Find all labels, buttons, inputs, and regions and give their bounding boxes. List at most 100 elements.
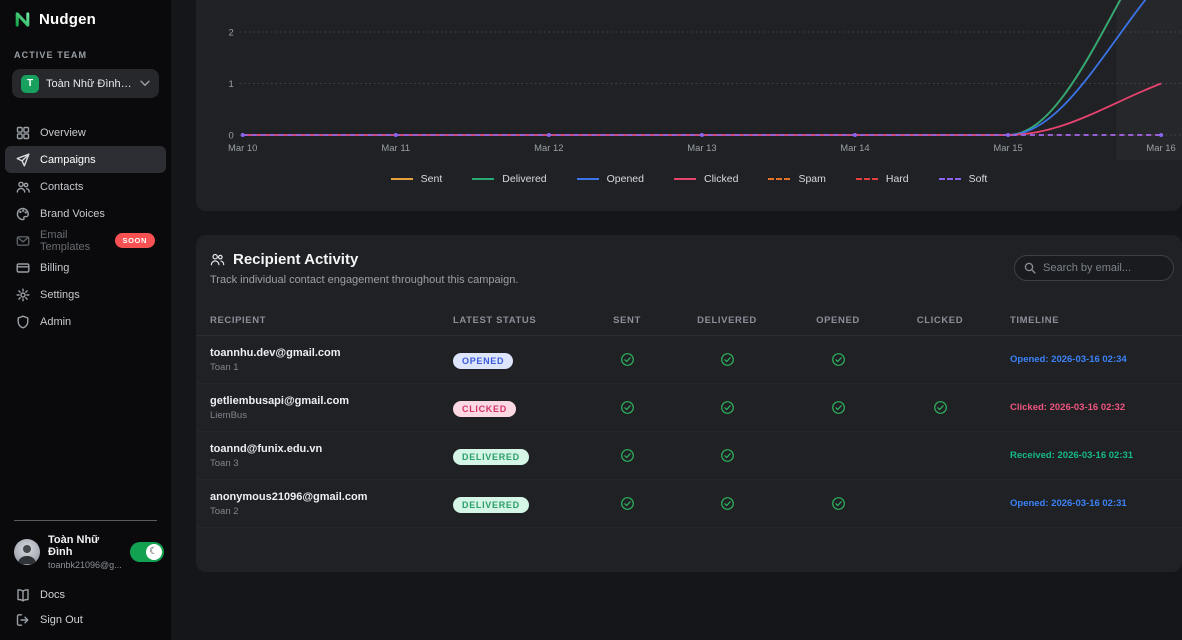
legend-item-spam[interactable]: Spam — [768, 173, 825, 185]
section-subtitle: Track individual contact engagement thro… — [210, 274, 518, 286]
recipient-email: toannd@funix.edu.vn — [210, 443, 453, 455]
docs-icon — [16, 588, 30, 602]
recipients-icon — [210, 252, 225, 267]
y-axis-tick: 2 — [229, 27, 234, 38]
logo: Nudgen — [0, 0, 171, 28]
sidebar-item-campaigns[interactable]: Campaigns — [5, 146, 166, 173]
team-name: Toàn Nhữ Đình's ... — [46, 78, 133, 90]
column-header-delivered: DELIVERED — [677, 315, 777, 326]
check-icon — [831, 352, 846, 367]
recipient-email: getliembusapi@gmail.com — [210, 395, 453, 407]
data-point — [394, 133, 398, 137]
nudgen-logo-icon — [14, 11, 31, 28]
theme-toggle[interactable]: ☾ — [130, 542, 164, 562]
sidebar-item-settings[interactable]: Settings — [0, 281, 171, 308]
column-header-clicked: CLICKED — [899, 315, 981, 326]
x-axis-tick: Mar 15 — [993, 143, 1022, 154]
user-row: Toàn Nhữ Đình toanbk21096@g... ☾ — [14, 534, 159, 570]
recipient-name: LiemBus — [210, 410, 453, 421]
check-icon — [620, 448, 635, 463]
legend-swatch — [768, 178, 790, 180]
send-icon — [16, 153, 30, 167]
sidebar-item-admin[interactable]: Admin — [0, 308, 171, 335]
check-icon — [831, 496, 846, 511]
series-opened — [243, 0, 1161, 135]
data-point — [1006, 133, 1010, 137]
user-email: toanbk21096@g... — [48, 560, 122, 570]
sign-out-button[interactable]: Sign Out — [0, 607, 171, 632]
sidebar-item-overview[interactable]: Overview — [0, 119, 171, 146]
legend-item-hard[interactable]: Hard — [856, 173, 909, 185]
legend-item-opened[interactable]: Opened — [577, 173, 644, 185]
team-selector[interactable]: T Toàn Nhữ Đình's ... — [12, 69, 159, 98]
legend-swatch — [472, 178, 494, 180]
timeline-text: Opened: 2026-03-16 02:31 — [981, 498, 1182, 509]
column-header-sent: SENT — [577, 315, 677, 326]
grid-icon — [16, 126, 30, 140]
engagement-chart-card: 012Mar 10Mar 11Mar 12Mar 13Mar 14Mar 15M… — [196, 0, 1182, 211]
gear-icon — [16, 288, 30, 302]
recipient-name: Toan 2 — [210, 506, 453, 517]
user-name: Toàn Nhữ Đình — [48, 534, 122, 558]
table-row[interactable]: toannhu.dev@gmail.com Toan 1 OPENED Open… — [196, 336, 1182, 384]
sidebar-item-email-templates[interactable]: Email Templates SOON — [0, 227, 171, 254]
check-icon — [620, 496, 635, 511]
check-icon — [720, 400, 735, 415]
recipient-name: Toan 1 — [210, 362, 453, 373]
table-row[interactable]: getliembusapi@gmail.com LiemBus CLICKED … — [196, 384, 1182, 432]
timeline-text: Received: 2026-03-16 02:31 — [981, 450, 1182, 461]
check-icon — [933, 400, 948, 415]
table-header: RECIPIENTLATEST STATUSSENTDELIVEREDOPENE… — [196, 305, 1182, 336]
recipient-email: toannhu.dev@gmail.com — [210, 347, 453, 359]
users-icon — [16, 180, 30, 194]
legend-item-sent[interactable]: Sent — [391, 173, 443, 185]
main-content: 012Mar 10Mar 11Mar 12Mar 13Mar 14Mar 15M… — [171, 0, 1182, 640]
sidebar-divider — [14, 520, 157, 521]
legend-swatch — [856, 178, 878, 180]
table-row[interactable]: toannd@funix.edu.vn Toan 3 DELIVERED Rec… — [196, 432, 1182, 480]
check-icon — [720, 496, 735, 511]
team-avatar: T — [21, 75, 39, 93]
sidebar-nav: Overview Campaigns Contacts Brand Voices… — [0, 119, 171, 335]
recipient-activity-card: Recipient Activity Track individual cont… — [196, 235, 1182, 572]
data-point — [241, 133, 245, 137]
legend-item-soft[interactable]: Soft — [939, 173, 988, 185]
legend-swatch — [939, 178, 961, 180]
series-sent — [243, 0, 1161, 135]
legend-item-delivered[interactable]: Delivered — [472, 173, 546, 185]
sidebar: Nudgen ACTIVE TEAM T Toàn Nhữ Đình's ...… — [0, 0, 171, 640]
credit-card-icon — [16, 261, 30, 275]
x-axis-tick: Mar 13 — [687, 143, 716, 154]
legend-item-clicked[interactable]: Clicked — [674, 173, 738, 185]
x-axis-tick: Mar 11 — [381, 143, 410, 154]
docs-button[interactable]: Docs — [0, 582, 171, 607]
data-point — [853, 133, 857, 137]
y-axis-tick: 1 — [229, 79, 234, 90]
status-badge: OPENED — [453, 353, 513, 369]
check-icon — [720, 448, 735, 463]
moon-icon: ☾ — [146, 544, 162, 560]
engagement-chart[interactable]: 012Mar 10Mar 11Mar 12Mar 13Mar 14Mar 15M… — [196, 0, 1182, 160]
recipient-email: anonymous21096@gmail.com — [210, 491, 453, 503]
status-badge: DELIVERED — [453, 497, 529, 513]
sidebar-item-brand-voices[interactable]: Brand Voices — [0, 200, 171, 227]
sidebar-footer: Docs Sign Out — [0, 582, 171, 632]
section-title: Recipient Activity — [233, 251, 358, 268]
palette-icon — [16, 207, 30, 221]
sidebar-item-billing[interactable]: Billing — [0, 254, 171, 281]
check-icon — [620, 400, 635, 415]
table-body: toannhu.dev@gmail.com Toan 1 OPENED Open… — [196, 336, 1182, 528]
check-icon — [720, 352, 735, 367]
column-header-opened: OPENED — [777, 315, 899, 326]
column-header-latest-status: LATEST STATUS — [453, 315, 577, 326]
table-row[interactable]: anonymous21096@gmail.com Toan 2 DELIVERE… — [196, 480, 1182, 528]
timeline-text: Clicked: 2026-03-16 02:32 — [981, 402, 1182, 413]
legend-swatch — [391, 178, 413, 180]
sidebar-item-contacts[interactable]: Contacts — [0, 173, 171, 200]
mail-icon — [16, 234, 30, 248]
search-input[interactable] — [1014, 255, 1174, 281]
x-axis-tick: Mar 12 — [534, 143, 563, 154]
active-team-label: ACTIVE TEAM — [14, 50, 157, 60]
check-icon — [831, 400, 846, 415]
data-point — [1159, 133, 1163, 137]
